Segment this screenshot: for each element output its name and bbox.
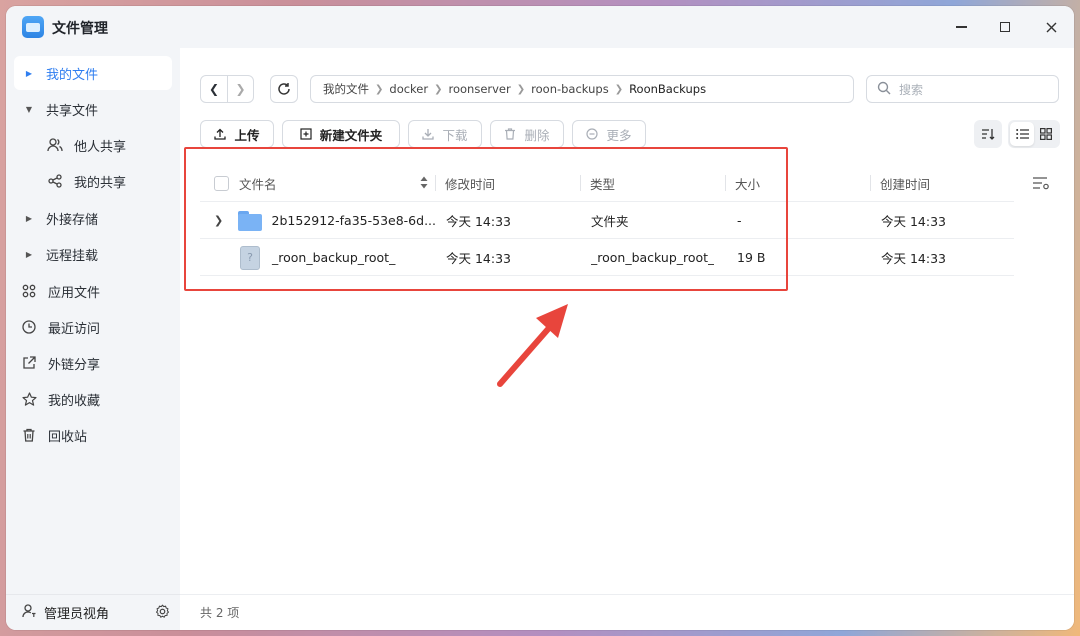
header-created-label: 创建时间 bbox=[880, 176, 931, 192]
sidebar-item-shared-files[interactable]: ▼ 共享文件 bbox=[14, 92, 172, 126]
sort-icon bbox=[982, 129, 995, 140]
chevron-right-icon: ❯ bbox=[235, 82, 246, 96]
sidebar-item-external-storage[interactable]: ▶ 外接存储 bbox=[14, 201, 172, 235]
list-icon bbox=[1015, 129, 1029, 139]
minimize-button[interactable] bbox=[946, 14, 976, 40]
caret-down-icon: ▼ bbox=[25, 104, 33, 114]
sidebar: ▶ 我的文件 ▼ 共享文件 他人共享 我的共享 ▶ 外接存储 ▶ 远程挂载 应用… bbox=[6, 48, 180, 630]
nav-button-group: ❮ ❯ bbox=[200, 75, 254, 103]
sidebar-item-label: 回收站 bbox=[48, 429, 88, 445]
admin-view-label[interactable]: 管理员视角 bbox=[44, 603, 109, 622]
breadcrumb-item[interactable]: roonserver bbox=[449, 82, 511, 96]
refresh-button[interactable] bbox=[270, 75, 298, 103]
close-icon bbox=[1046, 22, 1056, 32]
clock-icon bbox=[18, 320, 40, 334]
more-icon bbox=[586, 128, 599, 140]
search-input[interactable]: 搜索 bbox=[866, 75, 1059, 103]
sidebar-item-label: 外接存储 bbox=[46, 212, 99, 228]
sidebar-item-label: 应用文件 bbox=[48, 285, 101, 301]
sidebar-item-label: 我的文件 bbox=[46, 67, 99, 83]
annotation-arrow bbox=[497, 304, 568, 387]
sidebar-item-remote-mount[interactable]: ▶ 远程挂载 bbox=[14, 237, 172, 271]
sidebar-item-my-files[interactable]: ▶ 我的文件 bbox=[14, 56, 172, 90]
trash-icon bbox=[18, 428, 40, 442]
sidebar-item-label: 远程挂载 bbox=[46, 248, 99, 264]
new-folder-icon bbox=[300, 128, 312, 140]
download-icon bbox=[422, 128, 435, 140]
breadcrumb: 我的文件 ❯ docker ❯ roonserver ❯ roon-backups ❯ … bbox=[310, 75, 854, 103]
main-panel: ❮ ❯ 我的文件 ❯ docker ❯ roonserver ❯ roon-backu… bbox=[180, 48, 1074, 630]
header-created[interactable]: 创建时间 bbox=[871, 164, 1014, 202]
download-label: 下载 bbox=[442, 127, 468, 143]
chevron-right-icon: ❯ bbox=[375, 83, 384, 95]
download-button[interactable]: 下载 bbox=[408, 120, 482, 148]
sidebar-item-label: 他人共享 bbox=[74, 139, 127, 155]
grid-icon bbox=[1040, 128, 1052, 140]
back-button[interactable]: ❮ bbox=[201, 76, 227, 102]
breadcrumb-item[interactable]: roon-backups bbox=[531, 82, 609, 96]
sidebar-item-external-link-share[interactable]: 外链分享 bbox=[14, 346, 172, 380]
app-title: 文件管理 bbox=[52, 21, 108, 37]
sidebar-item-recent[interactable]: 最近访问 bbox=[14, 310, 172, 344]
sidebar-item-others-shared[interactable]: 他人共享 bbox=[14, 128, 172, 162]
search-icon bbox=[877, 81, 891, 98]
sidebar-item-my-shares[interactable]: 我的共享 bbox=[14, 164, 172, 198]
upload-label: 上传 bbox=[234, 127, 260, 143]
trash-icon bbox=[504, 128, 516, 140]
file-manager-app-icon bbox=[22, 16, 44, 38]
file-created: 今天 14:33 bbox=[881, 214, 946, 229]
item-count: 共 2 项 bbox=[200, 606, 240, 620]
delete-button[interactable]: 删除 bbox=[490, 120, 564, 148]
upload-button[interactable]: 上传 bbox=[200, 120, 274, 148]
admin-view-bar: 管理员视角 bbox=[6, 594, 180, 630]
chevron-left-icon: ❮ bbox=[208, 82, 220, 96]
status-bar: 共 2 项 bbox=[180, 594, 1074, 630]
new-folder-button[interactable]: 新建文件夹 bbox=[282, 120, 400, 148]
delete-label: 删除 bbox=[524, 127, 550, 143]
highlight-box bbox=[184, 147, 788, 291]
sidebar-item-label: 最近访问 bbox=[48, 321, 101, 337]
new-folder-label: 新建文件夹 bbox=[319, 127, 383, 143]
gear-icon[interactable] bbox=[155, 604, 170, 623]
list-view-button[interactable] bbox=[1010, 122, 1034, 146]
more-label: 更多 bbox=[606, 127, 632, 143]
grid-view-button[interactable] bbox=[1034, 122, 1058, 146]
column-settings-icon[interactable] bbox=[1032, 176, 1050, 194]
close-button[interactable] bbox=[1036, 14, 1066, 40]
chevron-right-icon: ❯ bbox=[614, 83, 624, 95]
caret-right-icon: ▶ bbox=[25, 249, 33, 259]
breadcrumb-item[interactable]: 我的文件 bbox=[323, 81, 369, 97]
file-created: 今天 14:33 bbox=[881, 251, 946, 266]
sidebar-item-label: 我的收藏 bbox=[48, 393, 101, 409]
apps-icon bbox=[18, 284, 40, 298]
more-button[interactable]: 更多 bbox=[572, 120, 646, 148]
search-placeholder: 搜索 bbox=[899, 82, 924, 97]
title-bar: 文件管理 bbox=[6, 6, 1074, 48]
caret-right-icon: ▶ bbox=[25, 68, 33, 78]
chevron-right-icon: ❯ bbox=[434, 83, 443, 95]
upload-icon bbox=[214, 128, 227, 140]
view-toggle bbox=[1008, 120, 1060, 148]
forward-button[interactable]: ❯ bbox=[227, 76, 253, 102]
sort-button[interactable] bbox=[974, 120, 1002, 148]
share-icon bbox=[44, 174, 66, 188]
sidebar-item-app-files[interactable]: 应用文件 bbox=[14, 274, 172, 308]
sidebar-item-favorites[interactable]: 我的收藏 bbox=[14, 382, 172, 416]
sidebar-item-recycle-bin[interactable]: 回收站 bbox=[14, 418, 172, 452]
maximize-button[interactable] bbox=[990, 14, 1020, 40]
sidebar-item-label: 共享文件 bbox=[46, 103, 99, 119]
external-link-icon bbox=[18, 356, 40, 370]
sidebar-item-label: 我的共享 bbox=[74, 175, 127, 191]
users-icon bbox=[44, 137, 66, 153]
refresh-icon bbox=[278, 83, 290, 95]
sidebar-item-label: 外链分享 bbox=[48, 357, 101, 373]
chevron-right-icon: ❯ bbox=[516, 83, 526, 95]
admin-user-icon bbox=[22, 603, 36, 622]
caret-right-icon: ▶ bbox=[25, 213, 33, 223]
breadcrumb-current[interactable]: RoonBackups bbox=[629, 82, 706, 96]
breadcrumb-item[interactable]: docker bbox=[389, 82, 428, 96]
star-icon bbox=[18, 391, 40, 407]
